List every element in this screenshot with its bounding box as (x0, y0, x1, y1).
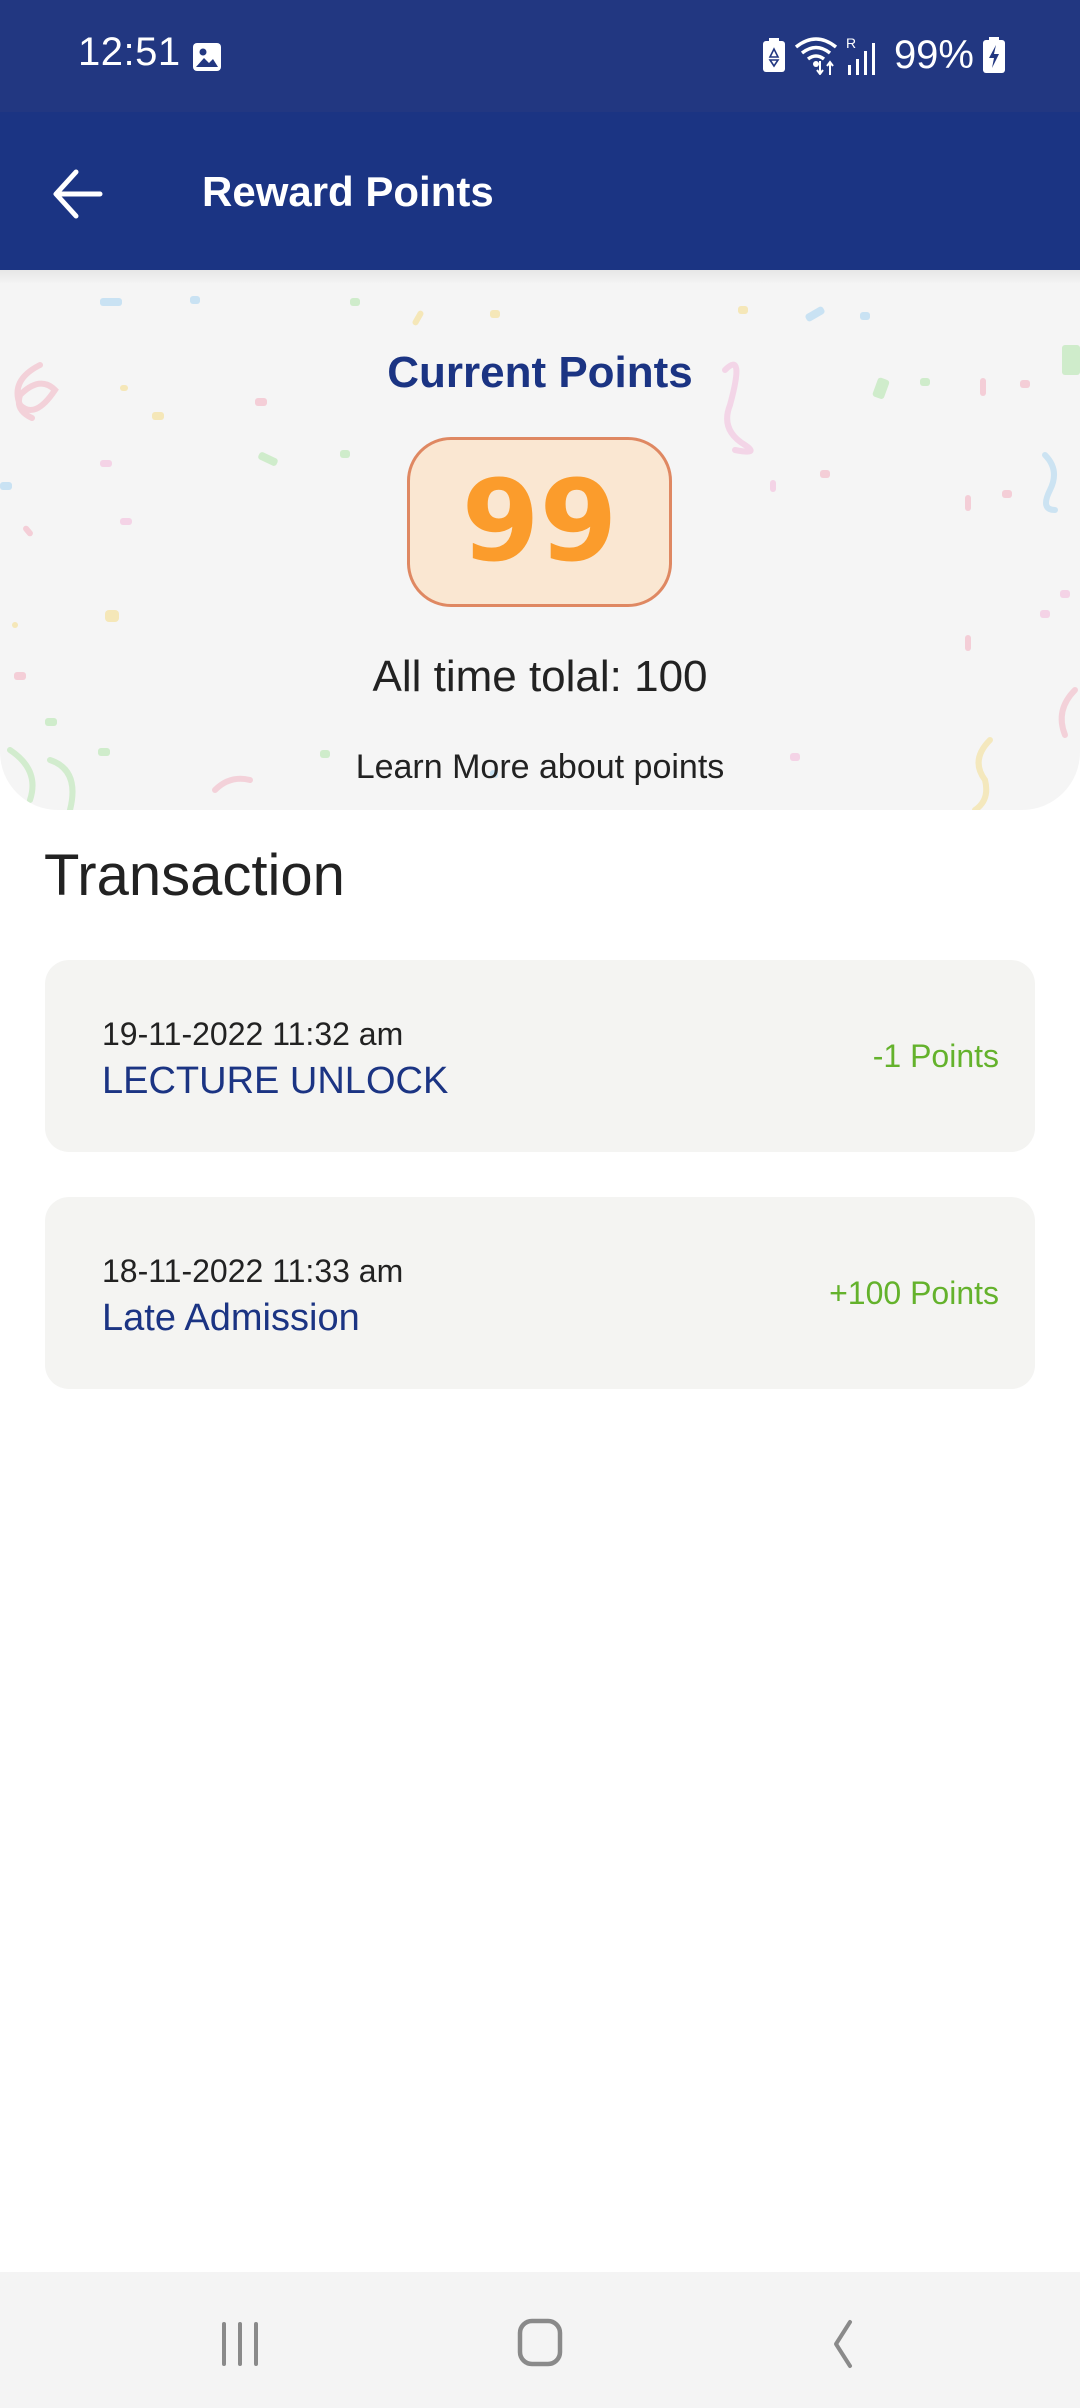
system-nav-bar (0, 2272, 1080, 2408)
battery-charging-icon (983, 37, 1005, 73)
arrow-left-icon (53, 169, 103, 219)
transaction-description: Late Admission (102, 1297, 360, 1339)
all-time-total: All time tolal: 100 (372, 652, 708, 701)
transaction-item[interactable]: 19-11-2022 11:32 am LECTURE UNLOCK -1 Po… (45, 960, 1035, 1152)
recent-apps-icon (222, 2322, 258, 2366)
back-button[interactable] (48, 164, 108, 224)
current-points-card: Current Points 99 All time tolal: 100 Le… (0, 270, 1080, 810)
recent-apps-button[interactable] (210, 2312, 270, 2372)
gallery-icon (193, 43, 221, 71)
system-back-button[interactable] (810, 2312, 870, 2372)
back-icon (834, 2320, 852, 2368)
current-points-value: 99 (461, 457, 618, 587)
app-bar: Reward Points (0, 112, 1080, 270)
current-points-label: Current Points (387, 348, 693, 397)
learn-more-link[interactable]: Learn More about points (0, 748, 1080, 787)
status-icons: R 99% (762, 30, 1006, 80)
transaction-item[interactable]: 18-11-2022 11:33 am Late Admission +100 … (45, 1197, 1035, 1389)
transaction-datetime: 19-11-2022 11:32 am (102, 1016, 404, 1052)
current-points-badge: 99 (407, 437, 672, 607)
status-time: 12:51 (78, 30, 181, 74)
wifi-icon (794, 37, 838, 75)
transaction-points: +100 Points (829, 1275, 999, 1311)
transaction-description: LECTURE UNLOCK (102, 1060, 449, 1102)
roaming-indicator: R (846, 35, 856, 51)
signal-roaming-icon: R (846, 35, 875, 75)
battery-percent: 99% (893, 32, 974, 77)
transaction-points: -1 Points (872, 1038, 999, 1074)
transaction-section-title: Transaction (44, 843, 345, 908)
transaction-datetime: 18-11-2022 11:33 am (102, 1253, 404, 1289)
home-button[interactable] (510, 2312, 570, 2372)
home-icon (517, 2318, 563, 2367)
battery-saver-icon (762, 38, 785, 72)
status-bar: 12:51 R 99% (0, 0, 1080, 112)
page-title: Reward Points (202, 168, 494, 215)
